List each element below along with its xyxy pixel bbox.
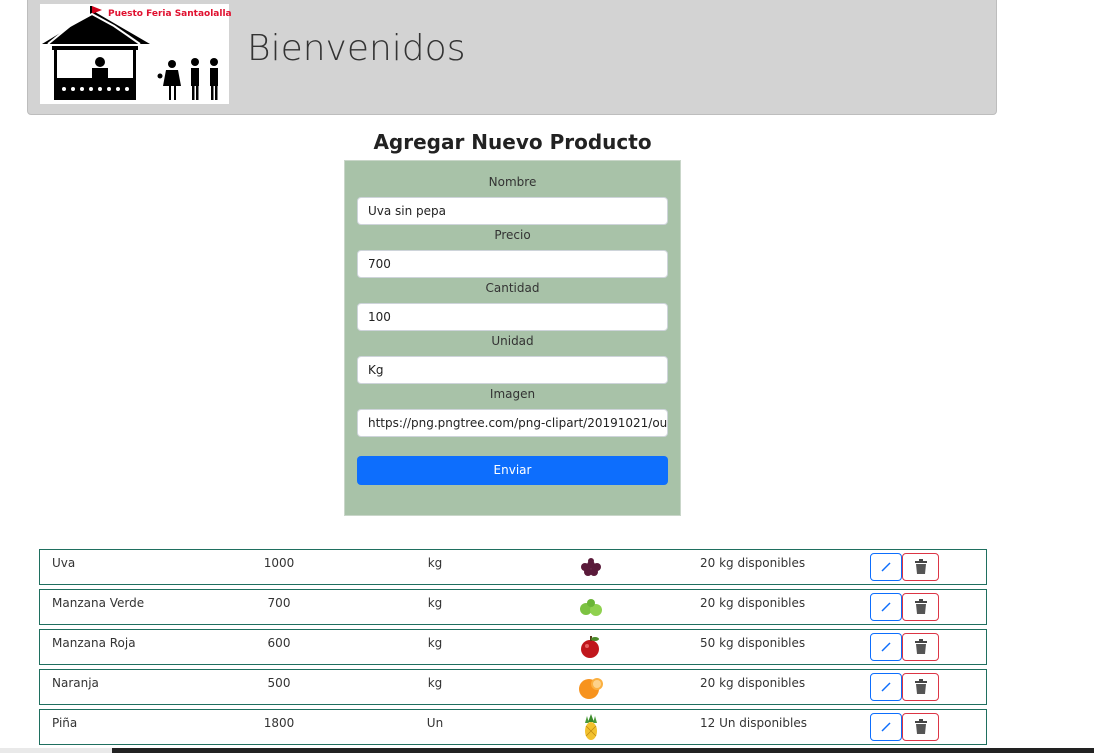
pineapple-icon — [576, 713, 606, 741]
precio-label: Precio — [494, 228, 531, 242]
product-stock: 50 kg disponibles — [700, 636, 806, 650]
pencil-icon — [881, 562, 891, 572]
trash-icon — [914, 639, 927, 654]
delete-button[interactable] — [902, 593, 939, 621]
header: Puesto Feria Santaolalla Bienvenidos — [27, 0, 997, 115]
market-stall-icon — [42, 6, 218, 100]
product-name: Manzana Roja — [52, 636, 136, 650]
product-price: 1000 — [263, 556, 295, 570]
delete-button[interactable] — [902, 673, 939, 701]
edit-button[interactable] — [870, 633, 902, 661]
grapes-icon — [576, 553, 606, 581]
product-unit: kg — [427, 676, 443, 690]
delete-button[interactable] — [902, 633, 939, 661]
product-stock: 20 kg disponibles — [700, 676, 806, 690]
red-apple-icon — [576, 633, 606, 661]
product-name: Uva — [52, 556, 76, 570]
green-apple-icon — [576, 593, 606, 621]
product-price: 600 — [267, 636, 291, 650]
pencil-icon — [881, 602, 891, 612]
product-price: 500 — [267, 676, 291, 690]
form-heading: Agregar Nuevo Producto — [373, 130, 652, 154]
product-name: Manzana Verde — [52, 596, 145, 610]
product-row: Uva 1000 kg 20 kg disponibles — [39, 549, 987, 585]
product-name: Naranja — [52, 676, 99, 690]
product-price: 700 — [267, 596, 291, 610]
logo-text: Puesto Feria Santaolalla — [108, 9, 232, 19]
product-stock: 20 kg disponibles — [700, 596, 806, 610]
product-row: Manzana Verde 700 kg 20 kg disponibles — [39, 589, 987, 625]
trash-icon — [914, 599, 927, 614]
taskbar — [112, 748, 1094, 753]
page-title: Bienvenidos — [247, 28, 466, 69]
precio-input[interactable]: 700 — [357, 250, 668, 278]
nombre-label: Nombre — [488, 175, 537, 189]
taskbar-edge — [0, 748, 112, 753]
add-product-form: Nombre Uva sin pepa Precio 700 Cantidad … — [344, 160, 681, 516]
product-unit: kg — [427, 556, 443, 570]
imagen-input[interactable]: https://png.pngtree.com/png-clipart/2019… — [357, 409, 668, 437]
unidad-label: Unidad — [491, 334, 534, 348]
delete-button[interactable] — [902, 713, 939, 741]
edit-button[interactable] — [870, 673, 902, 701]
product-name: Piña — [52, 716, 78, 730]
edit-button[interactable] — [870, 593, 902, 621]
product-row: Piña 1800 Un 12 Un disponibles — [39, 709, 987, 745]
edit-button[interactable] — [870, 553, 902, 581]
edit-button[interactable] — [870, 713, 902, 741]
pencil-icon — [881, 722, 891, 732]
enviar-button[interactable]: Enviar — [357, 456, 668, 485]
unidad-input[interactable]: Kg — [357, 356, 668, 384]
product-row: Naranja 500 kg 20 kg disponibles — [39, 669, 987, 705]
cantidad-input[interactable]: 100 — [357, 303, 668, 331]
trash-icon — [914, 679, 927, 694]
trash-icon — [914, 719, 927, 734]
trash-icon — [914, 559, 927, 574]
product-stock: 20 kg disponibles — [700, 556, 806, 570]
product-row: Manzana Roja 600 kg 50 kg disponibles — [39, 629, 987, 665]
product-unit: kg — [427, 596, 443, 610]
product-stock: 12 Un disponibles — [700, 716, 807, 730]
pencil-icon — [881, 642, 891, 652]
product-price: 1800 — [263, 716, 295, 730]
logo: Puesto Feria Santaolalla — [40, 4, 232, 104]
product-unit: Un — [426, 716, 444, 730]
nombre-input[interactable]: Uva sin pepa — [357, 197, 668, 225]
product-unit: kg — [427, 636, 443, 650]
imagen-label: Imagen — [489, 387, 536, 401]
orange-icon — [576, 673, 606, 701]
pencil-icon — [881, 682, 891, 692]
delete-button[interactable] — [902, 553, 939, 581]
cantidad-label: Cantidad — [485, 281, 540, 295]
